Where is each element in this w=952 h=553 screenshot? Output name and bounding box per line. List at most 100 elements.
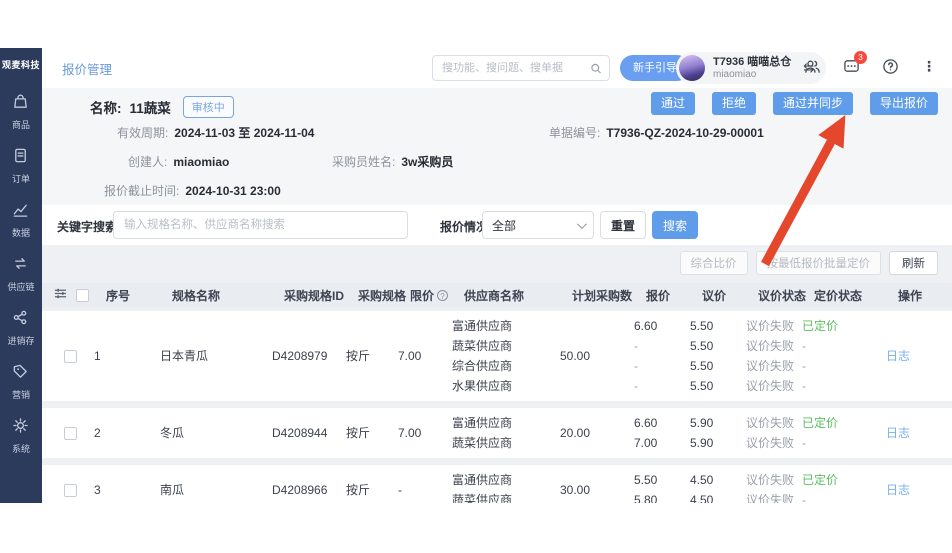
nego-price: 5.90 bbox=[690, 413, 746, 433]
breadcrumb[interactable]: 报价管理 bbox=[62, 59, 112, 78]
reset-button[interactable]: 重置 bbox=[600, 211, 646, 239]
help-circle-icon[interactable]: ? bbox=[437, 290, 448, 301]
tag-icon bbox=[12, 363, 29, 385]
nego-price: 5.50 bbox=[690, 376, 746, 396]
supplier-name: 蔬菜供应商 bbox=[452, 336, 560, 356]
sidebar-item-goods[interactable]: 商品 bbox=[12, 93, 30, 131]
quote-deadline-field: 报价截止时间:2024-10-31 23:00 bbox=[104, 182, 281, 199]
global-search-input[interactable] bbox=[433, 62, 590, 74]
limit-price: - bbox=[398, 480, 452, 500]
supplier-name: 蔬菜供应商 bbox=[452, 490, 560, 503]
price-status: - bbox=[802, 376, 864, 396]
quote-price: 7.00 bbox=[634, 433, 690, 453]
valid-period-field: 有效周期:2024-11-03 至 2024-11-04 bbox=[117, 124, 314, 141]
nego-status: 议价失败 bbox=[746, 376, 802, 396]
log-link[interactable]: 日志 bbox=[864, 423, 932, 443]
keyword-label: 关键字搜索: bbox=[57, 218, 121, 235]
chart-icon bbox=[12, 201, 29, 223]
log-link[interactable]: 日志 bbox=[864, 346, 932, 366]
supplier-name: 水果供应商 bbox=[452, 376, 560, 396]
price-status: - bbox=[802, 490, 864, 503]
log-link[interactable]: 日志 bbox=[864, 480, 932, 500]
row-index: 2 bbox=[94, 423, 146, 443]
row-checkbox[interactable] bbox=[64, 427, 77, 440]
price-status: - bbox=[802, 336, 864, 356]
price-status: - bbox=[802, 356, 864, 376]
row-checkbox-cell bbox=[64, 346, 94, 366]
purchase-spec: 按斤 bbox=[346, 346, 398, 366]
supplier-name: 富通供应商 bbox=[452, 413, 560, 433]
approve-button[interactable]: 通过 bbox=[651, 92, 695, 115]
sidebar-item-orders[interactable]: 订单 bbox=[12, 147, 30, 185]
creator-field: 创建人:miaomiao bbox=[128, 153, 229, 170]
spec-name: 南瓜 bbox=[146, 480, 258, 500]
nego-price: 5.50 bbox=[690, 316, 746, 336]
nego-status: 议价失败 bbox=[746, 490, 802, 503]
order-doc-icon bbox=[12, 147, 29, 169]
select-all-checkbox[interactable] bbox=[76, 289, 89, 302]
spec-id: D4208966 bbox=[258, 480, 346, 500]
purchase-spec: 按斤 bbox=[346, 423, 398, 443]
sidebar-item-data[interactable]: 数据 bbox=[12, 201, 30, 239]
row-index: 3 bbox=[94, 480, 146, 500]
more-menu-icon[interactable]: ⋮ bbox=[920, 57, 938, 75]
supply-arrows-icon bbox=[12, 255, 29, 277]
nego-price: 5.50 bbox=[690, 336, 746, 356]
help-icon[interactable] bbox=[881, 57, 899, 75]
refresh-button[interactable]: 刷新 bbox=[889, 251, 938, 275]
supplier-name: 富通供应商 bbox=[452, 470, 560, 490]
sidebar-item-marketing[interactable]: 营销 bbox=[12, 363, 30, 401]
gear-icon bbox=[12, 417, 29, 439]
spec-name: 冬瓜 bbox=[146, 423, 258, 443]
bag-icon bbox=[12, 93, 29, 115]
buyer-name-field: 采购员姓名:3w采购员 bbox=[332, 153, 453, 170]
price-status: - bbox=[802, 433, 864, 453]
compare-button[interactable]: 综合比价 bbox=[680, 251, 748, 275]
status-badge: 审核中 bbox=[183, 96, 234, 118]
row-checkbox[interactable] bbox=[64, 350, 77, 363]
sidebar-item-inventory[interactable]: 进销存 bbox=[7, 309, 34, 347]
row-checkbox-cell bbox=[64, 423, 94, 443]
quote-list: 综合比价 按最低报价批量定价 刷新 序号 规格名称 采购规格ID 采购规格 限价… bbox=[42, 245, 952, 503]
table-body: 1日本青瓜D4208979按斤7.0050.00富通供应商6.605.50议价失… bbox=[42, 311, 952, 503]
quote-name: 11蔬菜 bbox=[130, 97, 171, 117]
supplier-name: 蔬菜供应商 bbox=[452, 433, 560, 453]
price-status: 已定价 bbox=[802, 470, 864, 490]
user-org: T7936 喵喵总仓 bbox=[713, 56, 791, 69]
nego-price: 5.90 bbox=[690, 433, 746, 453]
planned-qty: 20.00 bbox=[560, 423, 634, 443]
batch-price-button[interactable]: 按最低报价批量定价 bbox=[756, 251, 882, 275]
search-button[interactable]: 搜索 bbox=[652, 211, 698, 239]
spec-id: D4208944 bbox=[258, 423, 346, 443]
spec-name: 日本青瓜 bbox=[146, 346, 258, 366]
quote-status-select[interactable]: 全部 bbox=[482, 211, 594, 239]
row-checkbox-cell bbox=[64, 480, 94, 500]
table-row: 2冬瓜D4208944按斤7.0020.00富通供应商6.605.90议价失败已… bbox=[42, 408, 952, 458]
export-quote-button[interactable]: 导出报价 bbox=[870, 92, 938, 115]
price-status: 已定价 bbox=[802, 316, 864, 336]
column-settings-icon[interactable] bbox=[54, 287, 76, 303]
table-row: 3南瓜D4208966按斤-30.00富通供应商5.504.50议价失败已定价蔬… bbox=[42, 465, 952, 503]
nego-status: 议价失败 bbox=[746, 356, 802, 376]
nego-price: 5.50 bbox=[690, 356, 746, 376]
quote-header: 名称: 11蔬菜 审核中 通过 拒绝 通过并同步 导出报价 有效周期:2024-… bbox=[42, 88, 952, 205]
approve-and-sync-button[interactable]: 通过并同步 bbox=[773, 92, 853, 115]
sidebar-item-system[interactable]: 系统 bbox=[12, 417, 30, 455]
row-checkbox[interactable] bbox=[64, 484, 77, 497]
nego-status: 议价失败 bbox=[746, 470, 802, 490]
brand-logo: 观麦科技 bbox=[0, 48, 42, 71]
chevron-down-icon bbox=[577, 219, 587, 229]
avatar bbox=[679, 55, 705, 81]
sidebar-item-supply-chain[interactable]: 供应链 bbox=[7, 255, 34, 293]
reject-button[interactable]: 拒绝 bbox=[712, 92, 756, 115]
app-window: 观麦科技 商品 订单 数据 供应链 进销存 bbox=[0, 48, 952, 503]
planned-qty: 50.00 bbox=[560, 346, 634, 366]
nego-price: 4.50 bbox=[690, 470, 746, 490]
table-row: 1日本青瓜D4208979按斤7.0050.00富通供应商6.605.50议价失… bbox=[42, 311, 952, 401]
limit-price: 7.00 bbox=[398, 346, 452, 366]
messages-icon[interactable]: 3 bbox=[842, 57, 860, 75]
nego-price: 4.50 bbox=[690, 490, 746, 503]
quote-price: 5.80 bbox=[634, 490, 690, 503]
keyword-input[interactable] bbox=[113, 211, 408, 239]
contacts-icon[interactable] bbox=[803, 57, 821, 75]
